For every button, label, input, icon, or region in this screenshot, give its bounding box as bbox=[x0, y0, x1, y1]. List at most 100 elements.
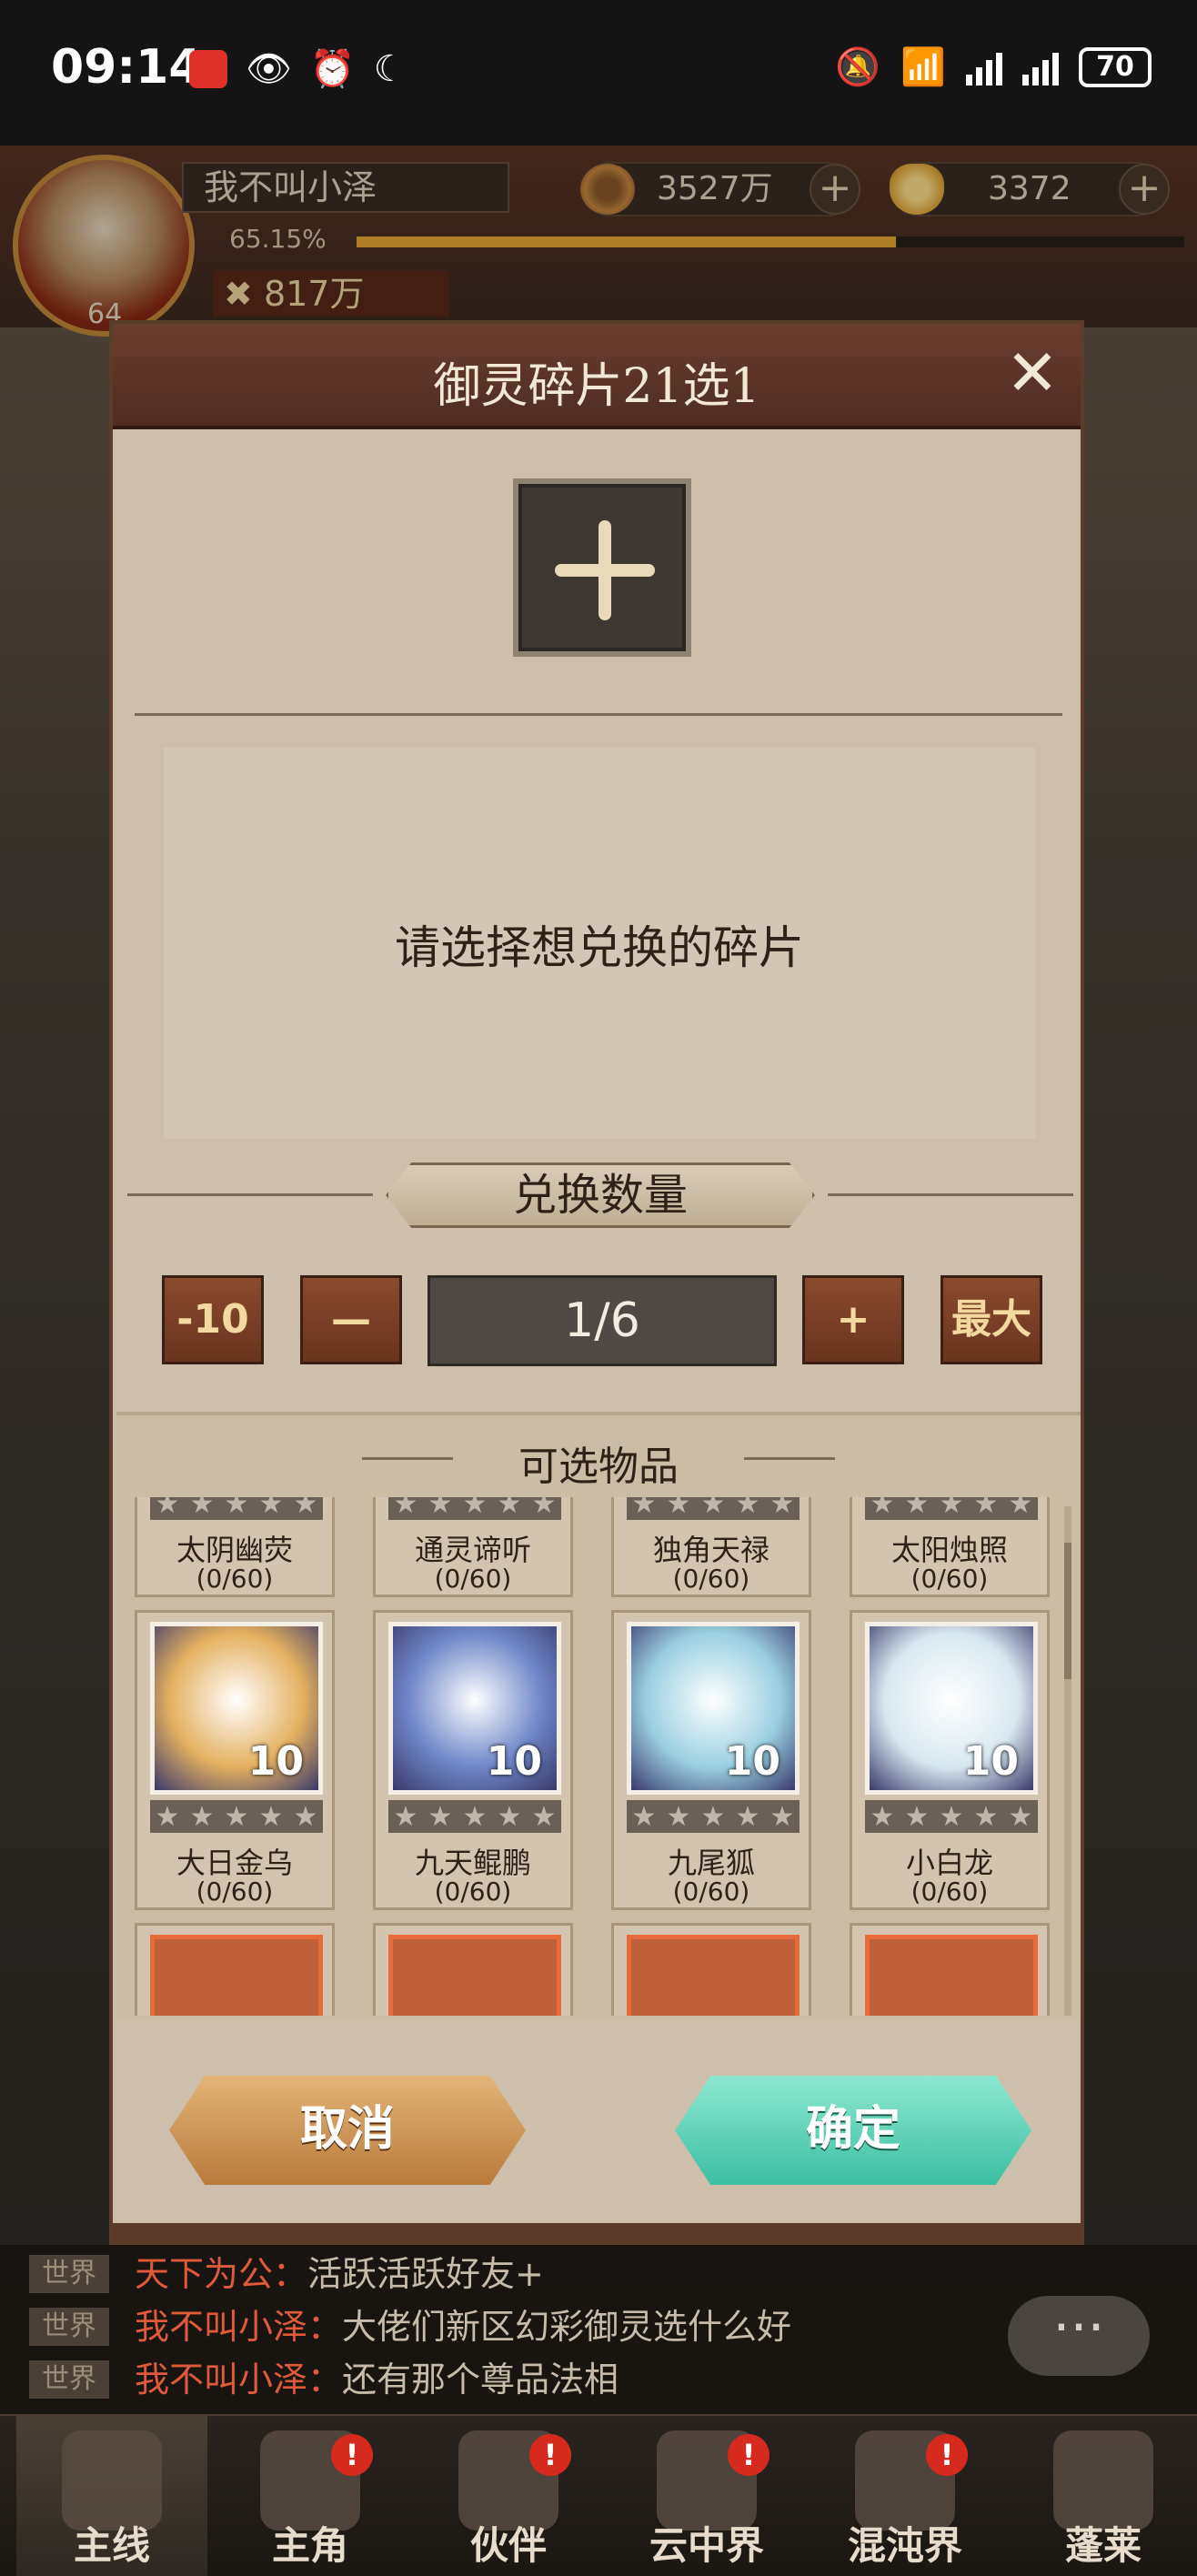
alarm-icon: ⏰ bbox=[309, 48, 356, 90]
chat-channel-tag: 世界 bbox=[29, 2360, 109, 2399]
fragment-item[interactable]: 10★★★★★通灵谛听(0/60) bbox=[373, 1497, 573, 1597]
fragment-portrait: 10 bbox=[627, 1622, 800, 1795]
nav-item[interactable]: ! 伙伴 bbox=[413, 2416, 604, 2576]
fragment-item[interactable]: 10 ★ ★ ★ ★ ★ 大日金乌 (0/60) bbox=[135, 1610, 335, 1910]
star-icon: ★ bbox=[904, 1800, 930, 1833]
star-rating: ★ ★ ★ ★ ★ bbox=[388, 1800, 561, 1833]
items-scrollbar[interactable] bbox=[1064, 1506, 1071, 2016]
items-title: 可选物品 bbox=[518, 1444, 679, 1490]
star-icon: ★ bbox=[631, 1497, 657, 1520]
star-rating: ★ ★ ★ ★ ★ bbox=[627, 1497, 800, 1520]
fragment-item[interactable] bbox=[373, 1923, 573, 2016]
star-icon: ★ bbox=[462, 1800, 488, 1833]
divider bbox=[135, 713, 1062, 716]
nav-item[interactable]: ! 主角 bbox=[215, 2416, 406, 2576]
chat-message: 世界 我不叫小泽：还有那个尊品法相 bbox=[29, 2356, 619, 2403]
dialog-title: 御灵碎片21选1 bbox=[433, 359, 760, 414]
nav-item[interactable]: 主线 bbox=[16, 2416, 207, 2576]
wifi-icon: 📶 bbox=[900, 46, 946, 88]
cancel-button[interactable]: 取消 bbox=[169, 2076, 526, 2185]
close-icon[interactable]: ✕ bbox=[1001, 341, 1064, 408]
star-icon: ★ bbox=[293, 1497, 318, 1520]
chat-bubble-icon[interactable]: ··· bbox=[1008, 2296, 1150, 2376]
fragment-progress: (0/60) bbox=[672, 1564, 750, 1594]
selectable-items-section: 可选物品 10★★★★★太阴幽荧(0/60)10★★★★★通灵谛听(0/60)1… bbox=[116, 1412, 1081, 2021]
star-icon: ★ bbox=[1008, 1800, 1033, 1833]
confirm-button[interactable]: 确定 bbox=[675, 2076, 1031, 2185]
divider-right bbox=[828, 1193, 1073, 1196]
fragment-item[interactable]: 10 ★ ★ ★ ★ ★ 小白龙 (0/60) bbox=[850, 1610, 1050, 1910]
star-icon: ★ bbox=[258, 1800, 284, 1833]
plus-button[interactable]: + bbox=[802, 1275, 904, 1364]
star-icon: ★ bbox=[155, 1497, 180, 1520]
selected-fragment-slot[interactable] bbox=[513, 478, 691, 657]
star-icon: ★ bbox=[973, 1497, 999, 1520]
fragment-item[interactable] bbox=[850, 1923, 1050, 2016]
star-icon: ★ bbox=[631, 1800, 657, 1833]
star-icon: ★ bbox=[870, 1497, 895, 1520]
star-icon: ★ bbox=[428, 1800, 453, 1833]
fragment-progress: (0/60) bbox=[196, 1564, 274, 1594]
star-icon: ★ bbox=[700, 1497, 726, 1520]
items-scrollbar-thumb[interactable] bbox=[1064, 1543, 1071, 1679]
nav-label: 蓬莱 bbox=[1064, 2523, 1142, 2568]
nav-item[interactable]: ! 云中界 bbox=[611, 2416, 802, 2576]
dialog-footer: 取消 确定 bbox=[113, 2023, 1081, 2232]
nav-item[interactable]: ! 混沌界 bbox=[810, 2416, 1001, 2576]
nav-label: 主线 bbox=[73, 2523, 150, 2568]
fragment-progress: (0/60) bbox=[196, 1877, 274, 1907]
star-icon: ★ bbox=[224, 1800, 249, 1833]
star-icon: ★ bbox=[1008, 1497, 1033, 1520]
battery-level: 70 bbox=[1096, 51, 1134, 83]
nav-item[interactable]: 蓬莱 bbox=[1008, 2416, 1197, 2576]
fragment-count: 10 bbox=[724, 1738, 780, 1785]
star-icon: ★ bbox=[939, 1800, 964, 1833]
star-icon: ★ bbox=[870, 1800, 895, 1833]
star-rating: ★ ★ ★ ★ ★ bbox=[388, 1497, 561, 1520]
items-grid[interactable]: 10★★★★★太阴幽荧(0/60)10★★★★★通灵谛听(0/60)10★★★★… bbox=[135, 1497, 1066, 2016]
battery-icon: 70 bbox=[1079, 46, 1152, 87]
chat-sender: 我不叫小泽： bbox=[135, 2360, 343, 2400]
moon-icon: ☾ bbox=[373, 47, 407, 90]
status-bar: 09:14 👁 ⏰ ☾ 🔕 📶 70 bbox=[0, 0, 1197, 146]
plus-icon-vertical bbox=[598, 520, 611, 620]
app-notification-icon bbox=[189, 49, 227, 88]
fragment-item[interactable]: 10★★★★★太阴幽荧(0/60) bbox=[135, 1497, 335, 1597]
nav-label: 主角 bbox=[271, 2523, 348, 2568]
star-icon: ★ bbox=[904, 1497, 930, 1520]
notification-badge: ! bbox=[926, 2434, 968, 2476]
star-icon: ★ bbox=[973, 1800, 999, 1833]
fragment-item[interactable]: 10 ★ ★ ★ ★ ★ 九天鲲鹏 (0/60) bbox=[373, 1610, 573, 1910]
star-icon: ★ bbox=[189, 1800, 215, 1833]
chat-channel-tag: 世界 bbox=[29, 2308, 109, 2346]
chat-message: 世界 天下为公：活跃活跃好友+ bbox=[29, 2250, 544, 2298]
signal-2-icon bbox=[1022, 49, 1059, 86]
fragment-item[interactable] bbox=[611, 1923, 811, 2016]
fragment-portrait bbox=[150, 1935, 323, 2016]
minus-10-button[interactable]: -10 bbox=[162, 1275, 264, 1364]
chat-sender: 天下为公： bbox=[135, 2254, 308, 2294]
fragment-select-dialog: 御灵碎片21选1 ✕ 请选择想兑换的碎片 兑换数量 -10 — 1/6 + 最大… bbox=[109, 320, 1084, 2245]
star-icon: ★ bbox=[770, 1800, 795, 1833]
chat-text: 活跃活跃好友+ bbox=[307, 2254, 544, 2294]
minus-button[interactable]: — bbox=[300, 1275, 402, 1364]
star-rating: ★ ★ ★ ★ ★ bbox=[865, 1800, 1038, 1833]
star-icon: ★ bbox=[393, 1800, 418, 1833]
max-button[interactable]: 最大 bbox=[940, 1275, 1042, 1364]
star-icon: ★ bbox=[189, 1497, 215, 1520]
fragment-item[interactable]: 10★★★★★独角天禄(0/60) bbox=[611, 1497, 811, 1597]
mute-icon: 🔕 bbox=[835, 46, 881, 88]
star-rating: ★ ★ ★ ★ ★ bbox=[865, 1497, 1038, 1520]
fragment-item[interactable] bbox=[135, 1923, 335, 2016]
fragment-portrait: 10 bbox=[865, 1622, 1038, 1795]
divider-left bbox=[127, 1193, 373, 1196]
star-icon: ★ bbox=[770, 1497, 795, 1520]
chat-sender: 我不叫小泽： bbox=[135, 2307, 343, 2347]
fragment-item[interactable]: 10★★★★★太阳烛照(0/60) bbox=[850, 1497, 1050, 1597]
bottom-nav: 主线! 主角! 伙伴! 云中界! 混沌界 蓬莱 bbox=[0, 2414, 1197, 2576]
eye-icon: 👁 bbox=[246, 48, 292, 90]
nav-label: 伙伴 bbox=[469, 2523, 547, 2568]
fragment-count: 10 bbox=[962, 1738, 1019, 1785]
fragment-portrait: 10 bbox=[388, 1622, 561, 1795]
fragment-item[interactable]: 10 ★ ★ ★ ★ ★ 九尾狐 (0/60) bbox=[611, 1610, 811, 1910]
